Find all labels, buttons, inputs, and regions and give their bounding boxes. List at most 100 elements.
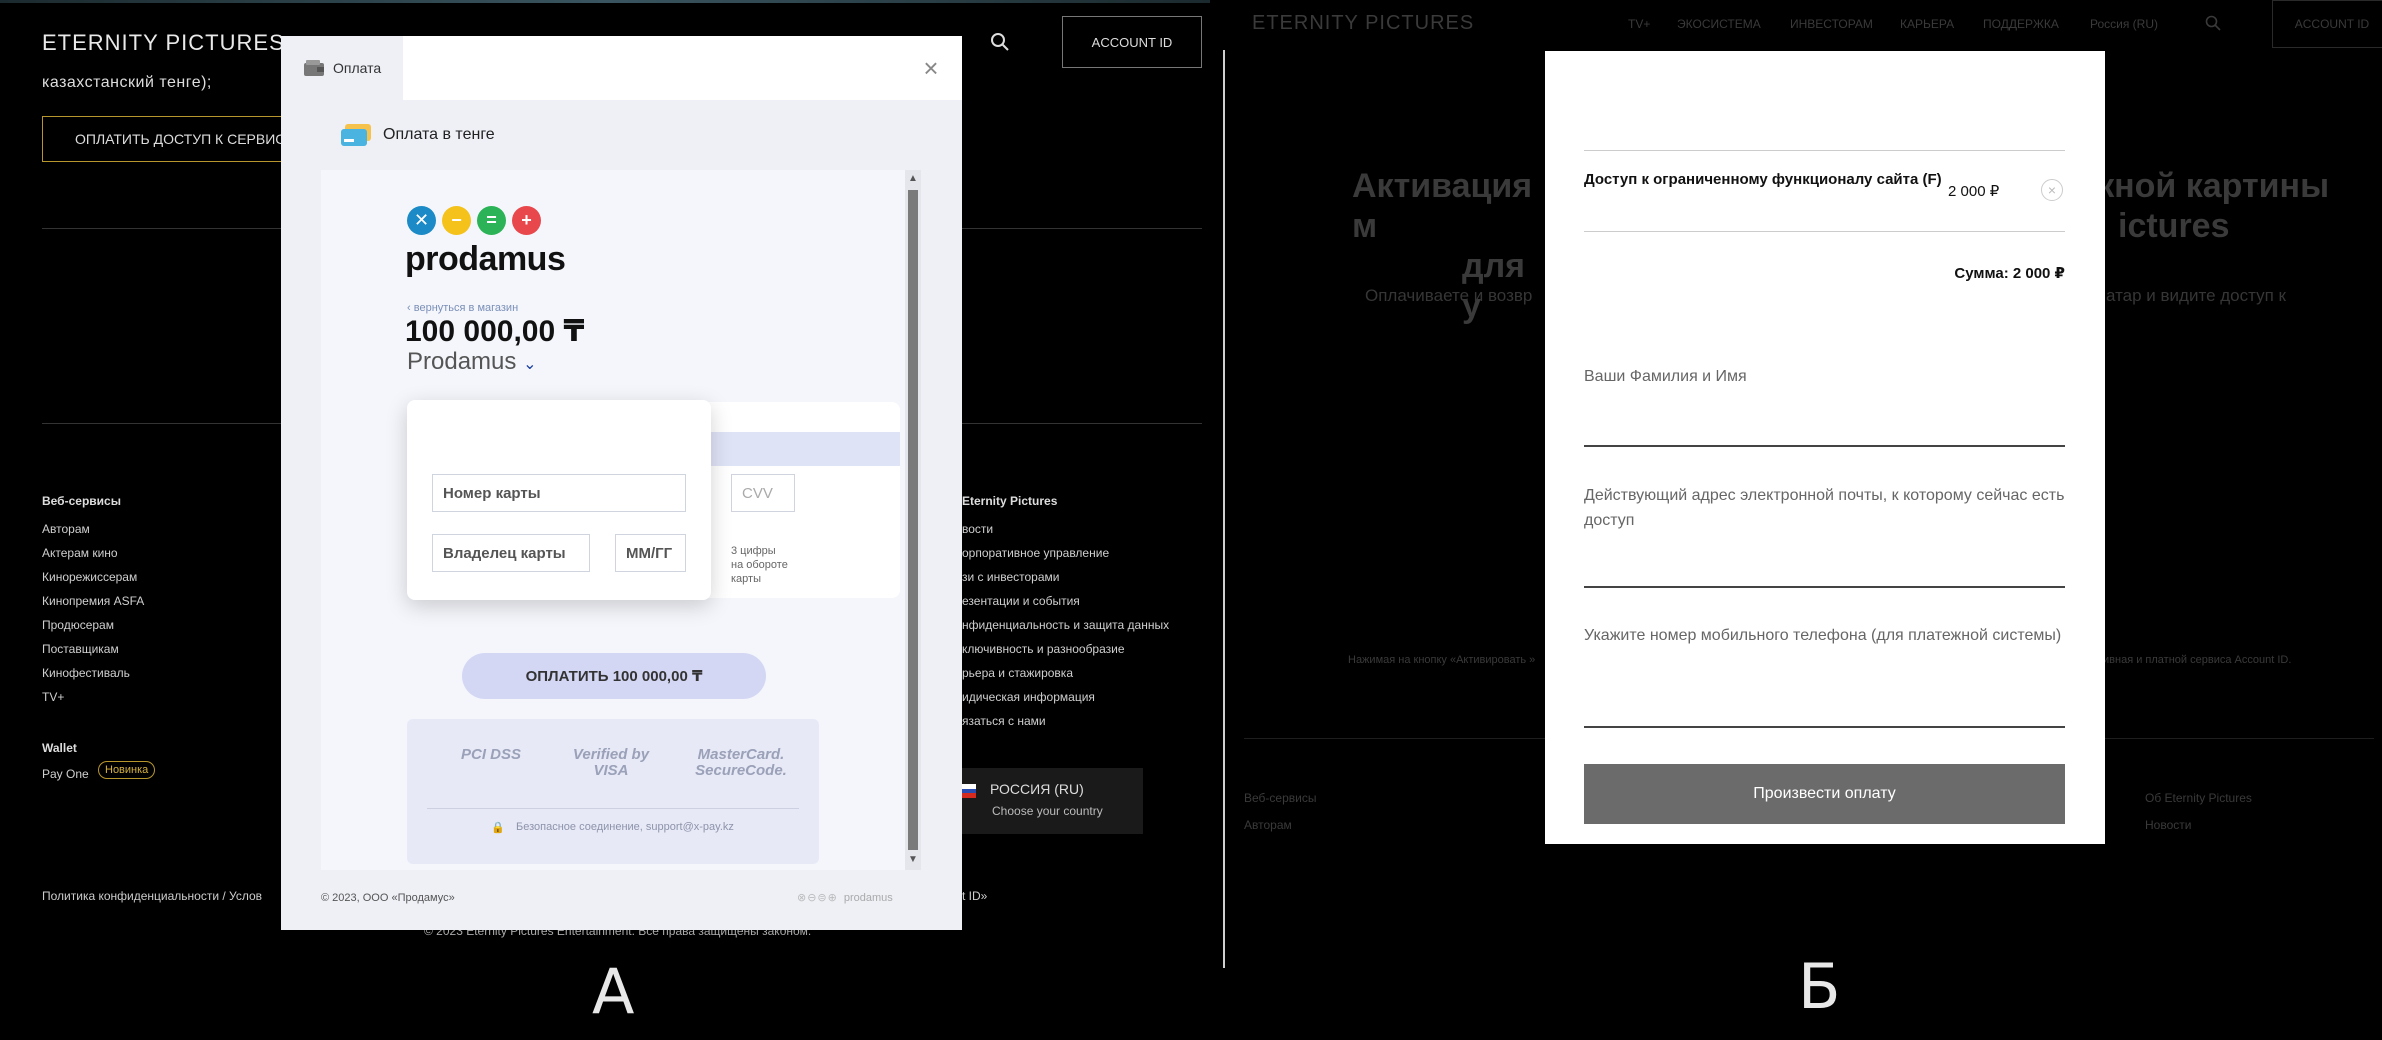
footer-link[interactable]: Кинорежиссерам xyxy=(42,570,137,584)
card-icon xyxy=(341,124,371,146)
submit-payment-button[interactable]: Произвести оплату xyxy=(1584,764,2065,824)
bg-text-right: атар и видите доступ к xyxy=(2106,286,2286,305)
account-id-button[interactable]: ACCOUNT ID xyxy=(2272,0,2382,48)
bg-small-right: тивная и платной сервиса Account ID. xyxy=(2098,654,2292,666)
wallet-icon xyxy=(303,59,325,77)
nav-item[interactable]: ИНВЕСТОРАМ xyxy=(1790,17,1873,31)
name-field[interactable] xyxy=(1584,445,2065,447)
footer-link[interactable]: Кинопремия ASFA xyxy=(42,594,144,608)
currency-note: казахстанский тенге); xyxy=(42,74,212,91)
bg-title-right: жной картины ictures xyxy=(2090,166,2360,246)
secure-connection-text: Безопасное соединение, support@x-pay.kz xyxy=(516,821,734,833)
scrollbar-thumb[interactable] xyxy=(908,190,918,850)
footer-link[interactable]: Авторам xyxy=(1244,818,1292,832)
footer-link[interactable]: орпоративное управление xyxy=(962,546,1109,560)
modal-footer-copyright: © 2023, ООО «Продамус» xyxy=(321,892,455,904)
footer-link[interactable]: ключивность и разнообразие xyxy=(962,642,1125,656)
footer-link[interactable]: рьера и стажировка xyxy=(962,666,1073,680)
cvv-field[interactable]: CVV xyxy=(731,474,795,512)
scroll-down-icon[interactable]: ▼ xyxy=(908,854,918,865)
top-accent-line xyxy=(0,0,1210,3)
footer-link[interactable]: идическая информация xyxy=(962,690,1095,704)
payment-modal-b: Доступ к ограниченному функционалу сайта… xyxy=(1545,51,2105,844)
bg-title-line: ictures xyxy=(2118,207,2230,245)
card-number-field[interactable]: Номер карты xyxy=(432,474,686,512)
footer-link[interactable]: нфиденциальность и защита данных xyxy=(962,618,1169,632)
name-field-label: Ваши Фамилия и Имя xyxy=(1584,368,1747,385)
cvv-hint-line: 3 цифры xyxy=(731,545,776,557)
divider xyxy=(1584,231,2065,232)
tab-payment[interactable]: Оплата xyxy=(281,36,403,100)
remove-item-icon[interactable]: × xyxy=(2041,179,2063,201)
card-magnetic-stripe xyxy=(686,432,900,466)
email-field[interactable] xyxy=(1584,586,2065,588)
panel-divider xyxy=(1223,50,1225,968)
country-selector[interactable] xyxy=(945,768,1143,834)
minus-icon: − xyxy=(442,206,471,235)
footer-about-heading: Eternity Pictures xyxy=(962,494,1058,508)
back-to-shop-link[interactable]: ‹ вернуться в магазин xyxy=(407,302,518,314)
footer-link[interactable]: Авторам xyxy=(42,522,90,536)
nav-item[interactable]: TV+ xyxy=(1628,17,1650,31)
footer-wallet-heading: Wallet xyxy=(42,741,77,755)
shop-name[interactable]: Prodamus ⌄ xyxy=(407,348,536,376)
divider xyxy=(1584,150,2065,151)
cvv-hint: 3 цифры на обороте карты xyxy=(731,544,788,586)
chevron-down-icon: ⌄ xyxy=(523,356,537,373)
site-logo[interactable]: ETERNITY PICTURES xyxy=(1252,12,1474,35)
modal-footer-brand: ⊗⊖⊜⊕ prodamus xyxy=(797,891,893,905)
footer-link[interactable]: Продюсерам xyxy=(42,618,114,632)
bg-title-line: Активация м xyxy=(1352,167,1533,245)
nav-item[interactable]: Россия (RU) xyxy=(2090,17,2158,31)
nav-item[interactable]: КАРЬЕРА xyxy=(1900,17,1954,31)
panel-letter-a: А xyxy=(592,955,635,1028)
account-id-button[interactable]: ACCOUNT ID xyxy=(1062,16,1202,68)
verified-by-visa-logo: Verified by VISA xyxy=(572,746,650,779)
footer-web-services-heading: Веб-сервисы xyxy=(1244,791,1317,805)
search-icon[interactable] xyxy=(990,32,1010,52)
expiry-field[interactable]: ММ/ГГ xyxy=(615,534,686,572)
pay-in-tenge-label: Оплата в тенге xyxy=(383,126,495,143)
prodamus-logo: prodamus xyxy=(405,240,566,278)
pay-access-button[interactable]: ОПЛАТИТЬ ДОСТУП К СЕРВИС xyxy=(42,116,302,162)
footer-link[interactable]: вости xyxy=(962,522,993,536)
security-badges xyxy=(407,719,819,864)
footer-link[interactable]: TV+ xyxy=(42,690,64,704)
email-field-label: Действующий адрес электронной почты, к к… xyxy=(1584,487,2065,529)
nav-item[interactable]: ЭКОСИСТЕМА xyxy=(1677,17,1761,31)
lock-icon: 🔒 xyxy=(491,822,505,834)
country-choose: Choose your country xyxy=(992,804,1103,818)
pay-button[interactable]: ОПЛАТИТЬ 100 000,00 ₸ xyxy=(462,653,766,699)
scroll-up-icon[interactable]: ▲ xyxy=(908,173,918,184)
footer-policy-tail: t ID» xyxy=(962,889,988,903)
footer-about-heading: Об Eternity Pictures xyxy=(2145,791,2252,805)
nav-item[interactable]: ПОДДЕРЖКА xyxy=(1983,17,2059,31)
close-icon[interactable]: × xyxy=(919,55,943,81)
footer-link[interactable]: Новости xyxy=(2145,818,2191,832)
footer-link[interactable]: Кинофестиваль xyxy=(42,666,130,680)
shop-name-label: Prodamus xyxy=(407,348,517,375)
footer-policy-links[interactable]: Политика конфиденциальности / Услов xyxy=(42,889,262,903)
footer-link[interactable]: зи с инвесторами xyxy=(962,570,1059,584)
footer-link-pay-one[interactable]: Pay One xyxy=(42,767,89,781)
mastercard-securecode-logo: MasterCard. SecureCode. xyxy=(695,746,787,779)
bg-text-left: Оплачиваете и возвр xyxy=(1365,286,1533,305)
search-icon[interactable] xyxy=(2205,15,2221,36)
modal-footer-brand-label: prodamus xyxy=(843,891,893,904)
card-holder-field[interactable]: Владелец карты xyxy=(432,534,590,572)
phone-field[interactable] xyxy=(1584,726,2065,728)
total-sum: Сумма: 2 000 ₽ xyxy=(1954,265,2065,282)
footer-link[interactable]: Актерам кино xyxy=(42,546,118,560)
footer-link[interactable]: Поставщикам xyxy=(42,642,119,656)
prodamus-mini-icons: ⊗⊖⊜⊕ xyxy=(797,892,838,904)
footer-link[interactable]: езентации и события xyxy=(962,594,1080,608)
divider xyxy=(427,808,799,809)
cvv-hint-line: на обороте xyxy=(731,559,788,571)
plus-icon: + xyxy=(512,206,541,235)
back-to-shop-label: вернуться в магазин xyxy=(413,302,519,314)
footer-link[interactable]: язаться с нами xyxy=(962,714,1046,728)
bg-small-left: Нажимая на кнопку «Активировать » xyxy=(1348,654,1536,666)
site-logo[interactable]: ETERNITY PICTURES xyxy=(42,30,285,56)
pay-in-tenge-option[interactable]: Оплата в тенге xyxy=(341,124,495,146)
country-name: РОССИЯ (RU) xyxy=(990,781,1084,797)
